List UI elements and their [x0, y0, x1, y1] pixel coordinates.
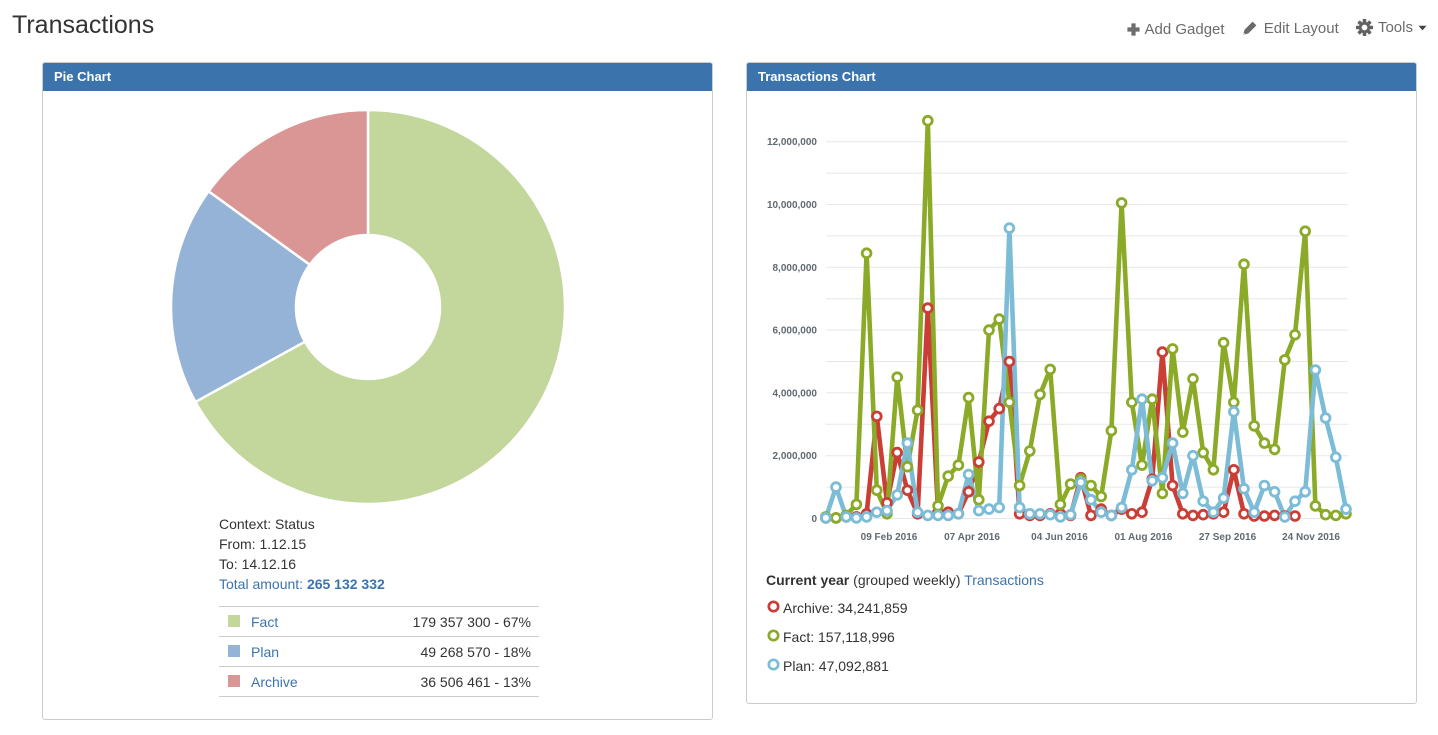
- svg-text:2,000,000: 2,000,000: [773, 451, 818, 462]
- svg-text:4,000,000: 4,000,000: [773, 388, 818, 399]
- svg-text:12,000,000: 12,000,000: [767, 137, 817, 148]
- svg-text:01 Aug 2016: 01 Aug 2016: [1115, 532, 1173, 543]
- svg-text:04 Jun 2016: 04 Jun 2016: [1031, 532, 1088, 543]
- svg-text:09 Feb 2016: 09 Feb 2016: [861, 532, 918, 543]
- svg-text:6,000,000: 6,000,000: [773, 326, 818, 337]
- svg-text:8,000,000: 8,000,000: [773, 263, 818, 274]
- svg-text:24 Nov 2016: 24 Nov 2016: [1282, 532, 1340, 543]
- svg-text:27 Sep 2016: 27 Sep 2016: [1199, 532, 1257, 543]
- svg-text:10,000,000: 10,000,000: [767, 200, 817, 211]
- svg-text:07 Apr 2016: 07 Apr 2016: [944, 532, 1000, 543]
- svg-text:0: 0: [811, 514, 817, 525]
